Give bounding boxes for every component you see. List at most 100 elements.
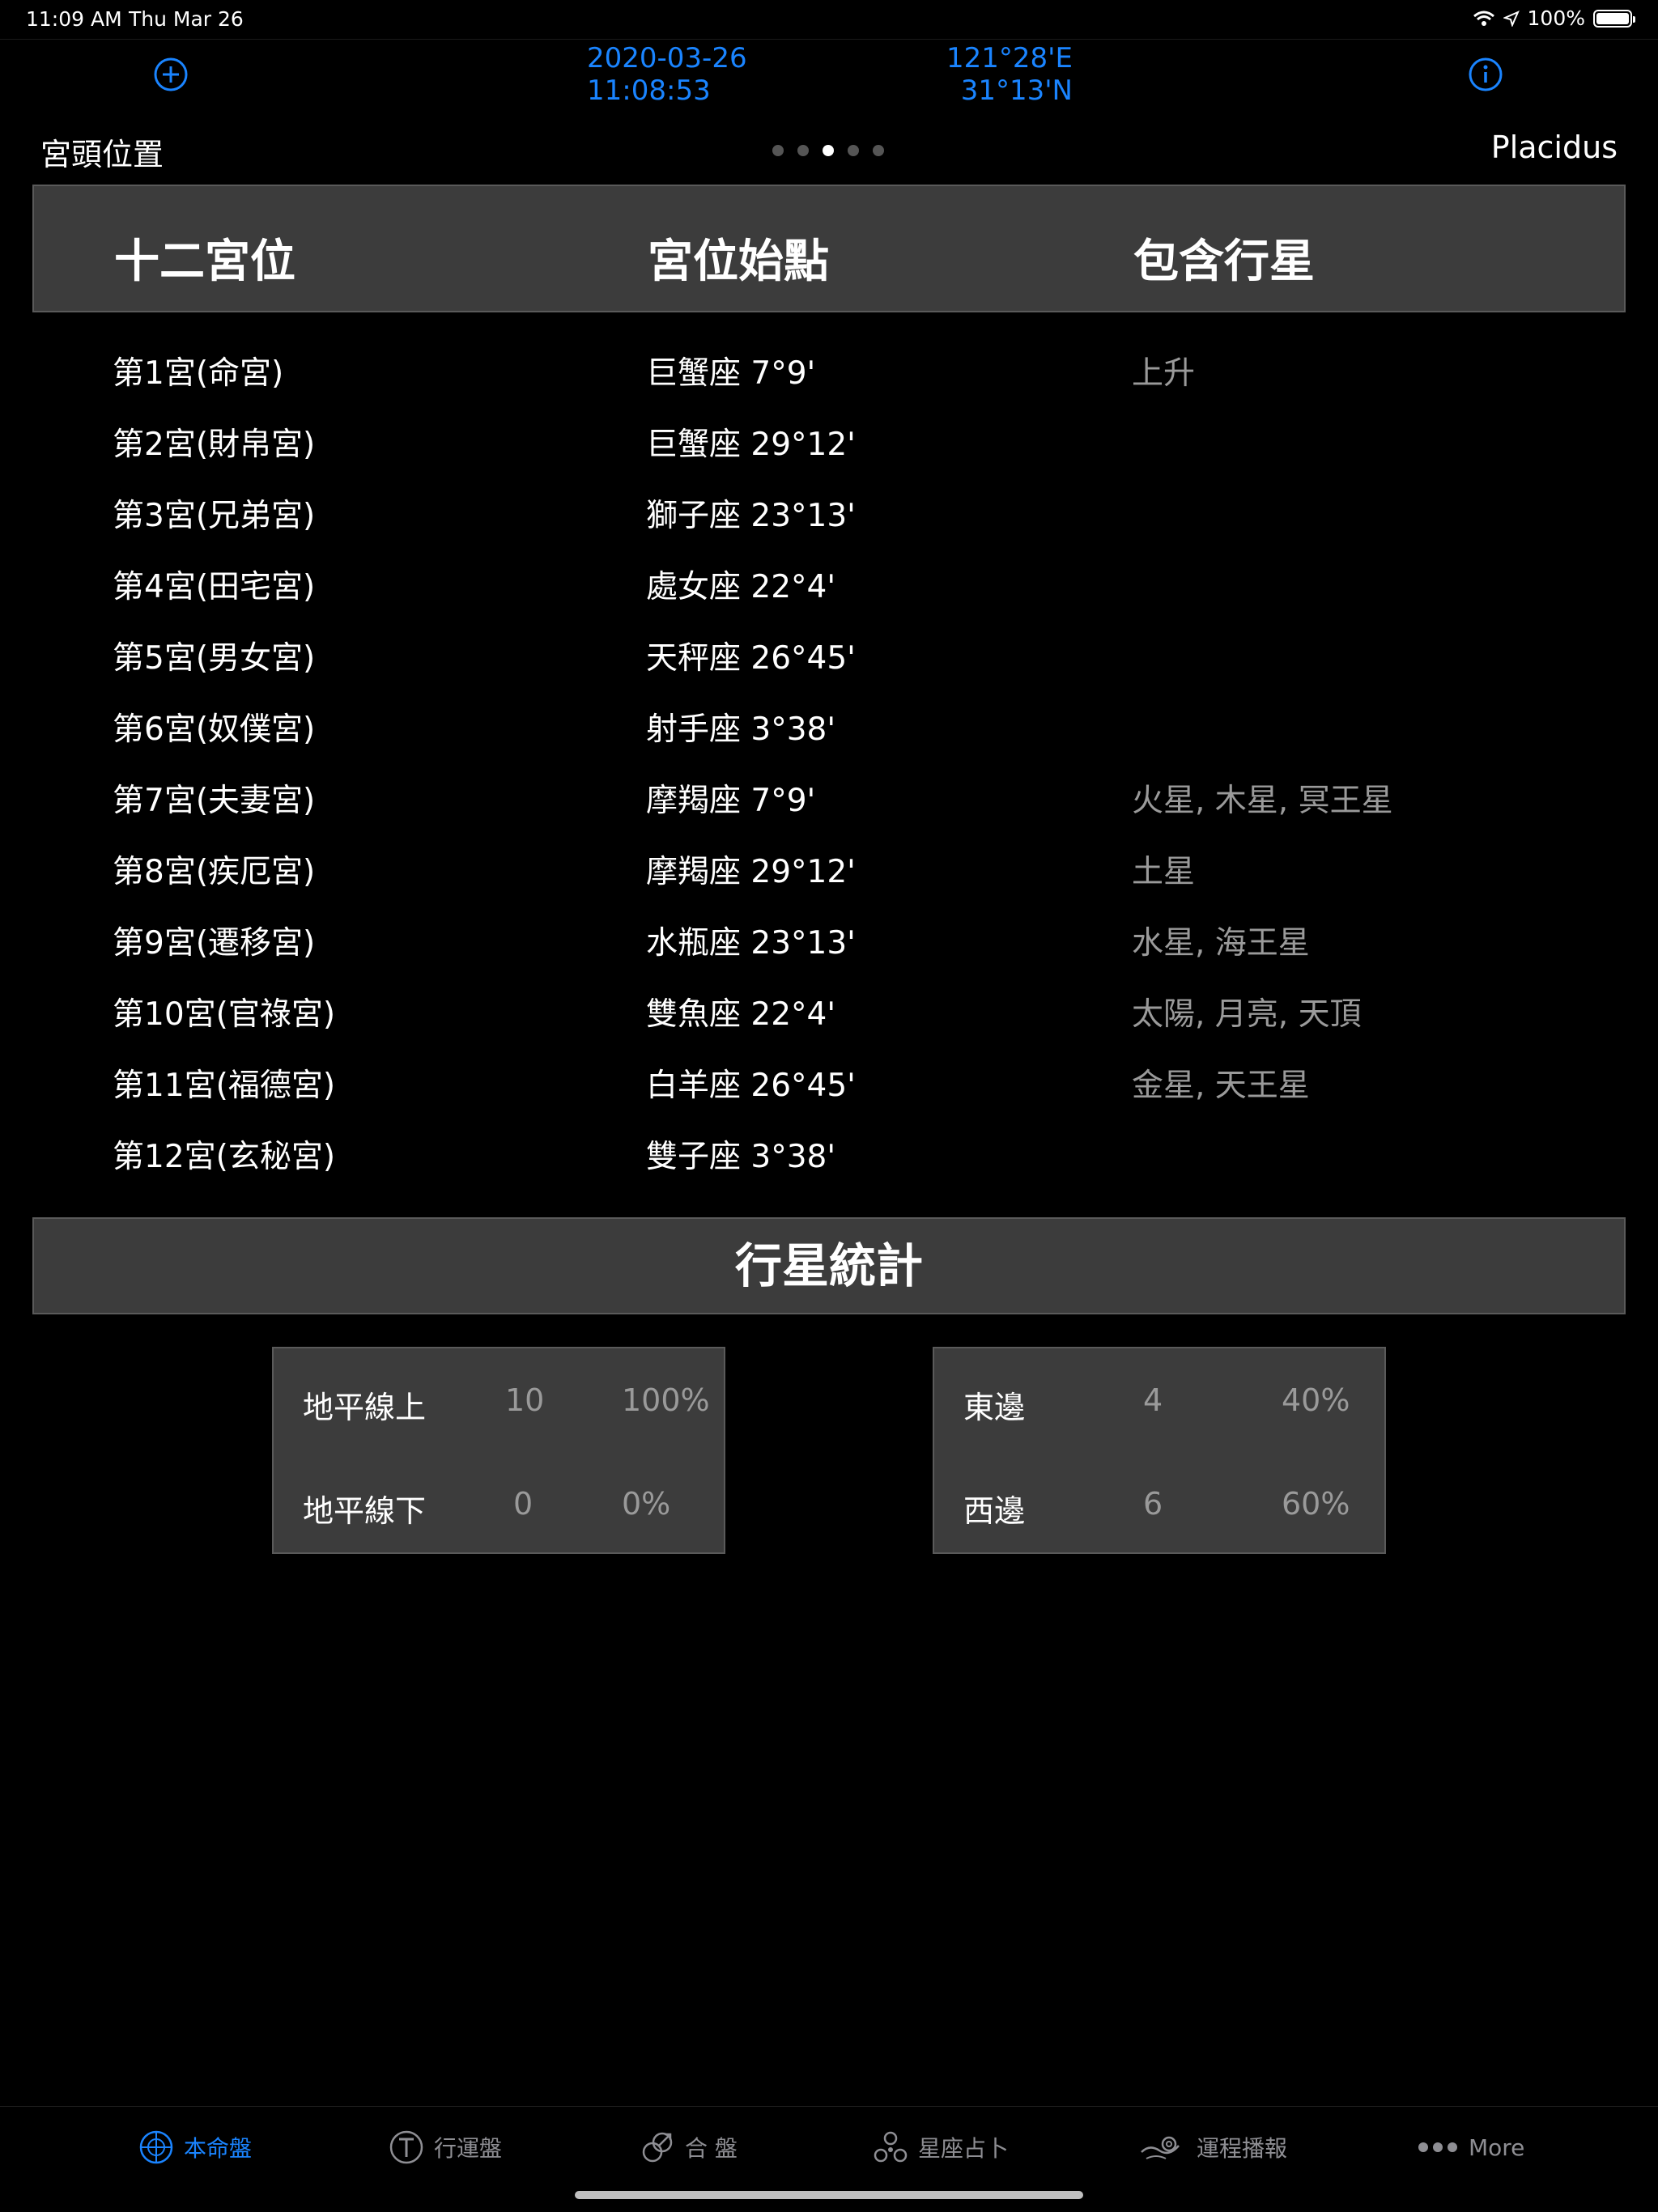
chart-date: 2020-03-26 bbox=[587, 42, 747, 74]
house-name: 第2宮(財帛宮) bbox=[113, 427, 316, 463]
tab-label: 星座占卜 bbox=[918, 2135, 1010, 2162]
east-label: 東邊 bbox=[963, 1390, 1026, 1425]
tab-label: 運程播報 bbox=[1197, 2135, 1288, 2162]
natal-chart-icon bbox=[139, 2130, 173, 2164]
house-planets: 土星 bbox=[1132, 854, 1196, 890]
battery-percent: 100% bbox=[1527, 6, 1585, 30]
house-cusp: 巨蟹座 29°12' bbox=[646, 427, 856, 463]
above-horizon-label: 地平線上 bbox=[303, 1390, 427, 1425]
table-row: 第1宮(命宮) 巨蟹座 7°9' 上升 bbox=[0, 330, 1658, 401]
tab-label: 合 盤 bbox=[685, 2135, 738, 2162]
more-icon bbox=[1418, 2142, 1457, 2152]
west-count: 6 bbox=[1143, 1486, 1163, 1522]
below-horizon-count: 0 bbox=[513, 1486, 534, 1522]
wifi-icon bbox=[1473, 11, 1494, 26]
house-name: 第10宮(官祿宮) bbox=[113, 996, 336, 1033]
house-cusp: 處女座 22°4' bbox=[646, 569, 836, 605]
divination-icon bbox=[874, 2131, 908, 2163]
tab-label: 行運盤 bbox=[434, 2135, 503, 2162]
above-horizon-percent: 100% bbox=[622, 1382, 710, 1418]
table-row: 第10宮(官祿宮) 雙魚座 22°4' 太陽, 月亮, 天頂 bbox=[0, 971, 1658, 1042]
house-planets: 水星, 海王星 bbox=[1132, 925, 1310, 962]
house-name: 第11宮(福德宮) bbox=[113, 1068, 336, 1104]
table-row: 第4宮(田宅宮) 處女座 22°4' bbox=[0, 544, 1658, 615]
house-cusp: 天秤座 26°45' bbox=[646, 640, 856, 677]
home-indicator[interactable] bbox=[575, 2191, 1083, 2199]
house-cusp: 雙魚座 22°4' bbox=[646, 996, 836, 1033]
table-row: 第12宮(玄秘宮) 雙子座 3°38' bbox=[0, 1114, 1658, 1185]
below-horizon-percent: 0% bbox=[622, 1486, 671, 1522]
house-cusp: 射手座 3°38' bbox=[646, 711, 836, 748]
add-circle-icon[interactable] bbox=[153, 57, 189, 92]
house-cusp: 摩羯座 7°9' bbox=[646, 783, 816, 819]
house-system-label[interactable]: Placidus bbox=[1491, 129, 1618, 165]
house-planets: 金星, 天王星 bbox=[1132, 1068, 1310, 1104]
house-name: 第9宮(遷移宮) bbox=[113, 925, 316, 962]
house-cusp: 白羊座 26°45' bbox=[646, 1068, 856, 1104]
page-indicator[interactable] bbox=[772, 145, 884, 156]
column-header-cusp: 宮位始點 bbox=[648, 236, 829, 288]
house-planets: 上升 bbox=[1132, 355, 1196, 392]
table-row: 第5宮(男女宮) 天秤座 26°45' bbox=[0, 615, 1658, 686]
tab-transit[interactable]: 行運盤 bbox=[389, 2129, 502, 2165]
status-time: 11:09 AM bbox=[26, 7, 122, 31]
chart-datetime[interactable]: 2020-03-26 11:08:53 bbox=[587, 42, 747, 107]
east-count: 4 bbox=[1143, 1382, 1163, 1418]
page-dot[interactable] bbox=[873, 145, 884, 156]
table-row: 第7宮(夫妻宮) 摩羯座 7°9' 火星, 木星, 冥王星 bbox=[0, 758, 1658, 829]
west-label: 西邊 bbox=[963, 1493, 1026, 1529]
location-arrow-icon bbox=[1503, 10, 1520, 27]
house-cusp: 水瓶座 23°13' bbox=[646, 925, 856, 962]
table-row: 第8宮(疾厄宮) 摩羯座 29°12' 土星 bbox=[0, 829, 1658, 900]
below-horizon-label: 地平線下 bbox=[303, 1493, 427, 1529]
above-horizon-count: 10 bbox=[505, 1382, 545, 1418]
house-name: 第12宮(玄秘宮) bbox=[113, 1139, 336, 1175]
column-header-house: 十二宮位 bbox=[114, 236, 295, 288]
west-percent: 60% bbox=[1282, 1486, 1350, 1522]
houses-table-header: 十二宮位 宮位始點 包含行星 bbox=[32, 185, 1626, 312]
page-dot[interactable] bbox=[848, 145, 859, 156]
table-row: 第11宮(福德宮) 白羊座 26°45' 金星, 天王星 bbox=[0, 1042, 1658, 1114]
page-dot[interactable] bbox=[772, 145, 784, 156]
house-cusp: 巨蟹座 7°9' bbox=[646, 355, 816, 392]
table-row: 第2宮(財帛宮) 巨蟹座 29°12' bbox=[0, 401, 1658, 473]
house-name: 第1宮(命宮) bbox=[113, 355, 284, 392]
tab-divination[interactable]: 星座占卜 bbox=[873, 2129, 1009, 2165]
status-bar: 11:09 AM Thu Mar 26 100% bbox=[0, 0, 1658, 39]
page-dot-active[interactable] bbox=[823, 145, 834, 156]
house-cusp: 摩羯座 29°12' bbox=[646, 854, 856, 890]
table-row: 第9宮(遷移宮) 水瓶座 23°13' 水星, 海王星 bbox=[0, 900, 1658, 971]
meridian-stats-box: 東邊 4 40% 西邊 6 60% bbox=[933, 1347, 1386, 1554]
house-name: 第8宮(疾厄宮) bbox=[113, 854, 316, 890]
planet-stats-header: 行星統計 bbox=[32, 1217, 1626, 1314]
house-planets: 太陽, 月亮, 天頂 bbox=[1132, 996, 1362, 1033]
page-title: 宮頭位置 bbox=[40, 137, 164, 172]
house-cusp: 雙子座 3°38' bbox=[646, 1139, 836, 1175]
chart-latitude: 31°13'N bbox=[960, 74, 1073, 107]
tab-more[interactable]: More bbox=[1417, 2129, 1524, 2165]
house-name: 第4宮(田宅宮) bbox=[113, 569, 316, 605]
house-name: 第3宮(兄弟宮) bbox=[113, 498, 316, 534]
tab-natal-chart[interactable]: 本命盤 bbox=[138, 2129, 252, 2165]
tab-label: 本命盤 bbox=[184, 2135, 253, 2162]
chart-location[interactable]: 121°28'E 31°13'N bbox=[931, 42, 1073, 107]
tab-label: More bbox=[1469, 2133, 1525, 2161]
page-dot[interactable] bbox=[797, 145, 809, 156]
horizon-stats-box: 地平線上 10 100% 地平線下 0 0% bbox=[272, 1347, 725, 1554]
east-percent: 40% bbox=[1282, 1382, 1350, 1418]
table-row: 第3宮(兄弟宮) 獅子座 23°13' bbox=[0, 473, 1658, 544]
column-header-planets: 包含行星 bbox=[1133, 236, 1315, 288]
info-icon[interactable] bbox=[1468, 57, 1503, 92]
fortune-icon bbox=[1141, 2136, 1180, 2159]
house-planets: 火星, 木星, 冥王星 bbox=[1132, 783, 1393, 819]
battery-icon bbox=[1593, 9, 1635, 28]
status-date: Thu Mar 26 bbox=[129, 7, 244, 31]
tab-fortune[interactable]: 運程播報 bbox=[1138, 2129, 1287, 2165]
house-cusp: 獅子座 23°13' bbox=[646, 498, 856, 534]
house-name: 第6宮(奴僕宮) bbox=[113, 711, 316, 748]
chart-time: 11:08:53 bbox=[587, 74, 711, 107]
chart-longitude: 121°28'E bbox=[946, 42, 1073, 74]
house-name: 第7宮(夫妻宮) bbox=[113, 783, 316, 819]
transit-icon bbox=[389, 2130, 423, 2164]
tab-synastry[interactable]: 合 盤 bbox=[640, 2129, 738, 2165]
